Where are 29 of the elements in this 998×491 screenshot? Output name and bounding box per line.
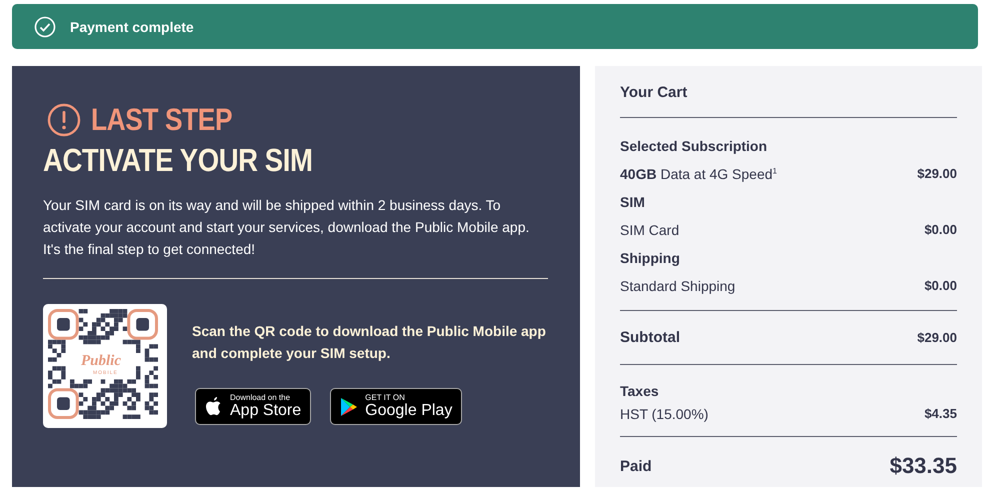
- check-circle-icon: [34, 16, 56, 38]
- line-item-label: SIM Card: [620, 221, 680, 240]
- scan-instructions: Scan the QR code to download the Public Mobile app and complete your SIM setup.: [192, 322, 547, 363]
- banner-message: Payment complete: [70, 18, 194, 34]
- taxes-heading: Taxes: [620, 382, 660, 401]
- activation-text: Your SIM card is on its way and will be shipped within 2 business days. To activate your account and start your services, download the Public Mobile app. It's the final step to get connected!: [43, 196, 530, 259]
- paid-label: Paid: [620, 458, 652, 474]
- line-item-label: HST (15.00%): [620, 405, 708, 424]
- line-item-price: $0.00: [924, 277, 957, 295]
- group-heading: SIM: [620, 193, 646, 212]
- activation-title: ACTIVATE YOUR SIM: [43, 142, 312, 178]
- group-heading: Selected Subscription: [620, 137, 768, 156]
- exclamation-circle-icon: [47, 103, 81, 137]
- line-item-price: $4.35: [924, 405, 957, 423]
- apple-icon: [205, 396, 223, 417]
- cart-title: Your Cart: [620, 83, 688, 103]
- step-label: LAST STEP: [91, 102, 232, 138]
- line-item-price: $29.00: [917, 165, 957, 183]
- play-triangle-icon: [340, 396, 358, 416]
- app-store-button[interactable]: Download on the App Store: [195, 388, 312, 425]
- line-item-label: 40GB Data at 4G Speed$^{1}$: [620, 165, 777, 184]
- line-item-label: Standard Shipping: [620, 277, 736, 296]
- group-heading: Shipping: [620, 249, 681, 268]
- google-play-button[interactable]: GET IT ON Google Play: [330, 388, 462, 425]
- subtotal-label: Subtotal: [620, 329, 680, 346]
- paid-amount: $33.35: [890, 453, 957, 479]
- subtotal-amount: $29.00: [917, 330, 957, 345]
- qr-logo-text: Public: [81, 353, 121, 370]
- line-item-price: $0.00: [924, 221, 957, 239]
